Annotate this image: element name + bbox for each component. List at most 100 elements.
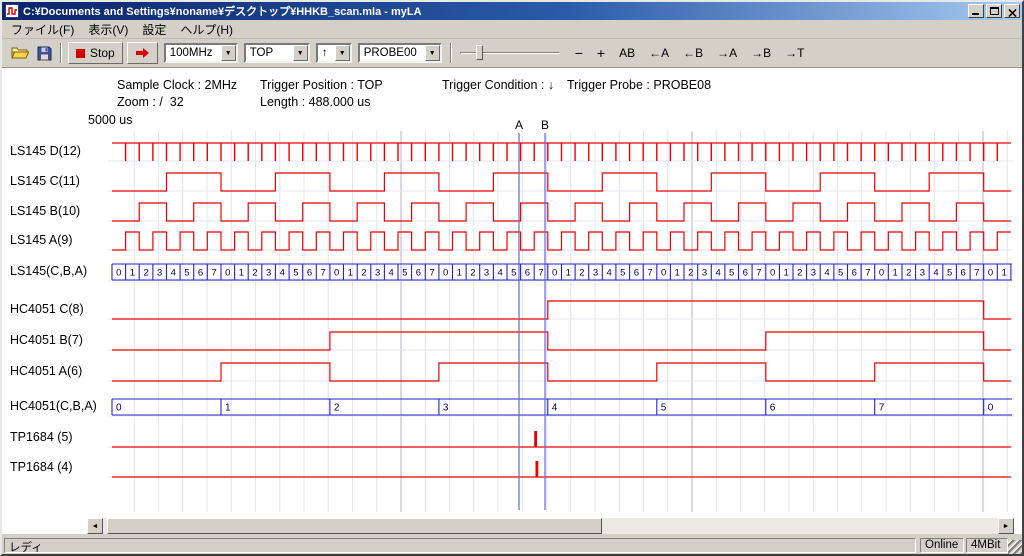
stop-label: Stop <box>90 46 115 60</box>
svg-text:6: 6 <box>416 268 421 279</box>
wave-area[interactable]: 0123456701234567012345670123456701234567… <box>2 68 1022 518</box>
svg-text:7: 7 <box>865 268 870 279</box>
svg-text:6: 6 <box>961 268 966 279</box>
svg-text:0: 0 <box>988 268 993 279</box>
cursor-label-b: B <box>541 118 549 132</box>
menubar: ファイル(F) 表示(V) 設定 ヘルプ(H) <box>2 20 1022 39</box>
svg-text:7: 7 <box>879 403 885 414</box>
svg-text:2: 2 <box>906 268 911 279</box>
svg-text:6: 6 <box>770 403 776 414</box>
svg-text:5: 5 <box>838 268 843 279</box>
chevron-down-icon[interactable]: ▼ <box>293 45 308 61</box>
trigger-probe-select[interactable]: PROBE00 ▼ <box>358 43 442 63</box>
svg-text:5: 5 <box>402 268 407 279</box>
zoom-slider[interactable] <box>460 43 560 63</box>
svg-text:1: 1 <box>348 268 353 279</box>
goto-a-prev-button[interactable]: ←A <box>642 43 676 63</box>
toolbar-separator <box>60 43 62 63</box>
svg-text:3: 3 <box>811 268 816 279</box>
svg-text:2: 2 <box>334 403 340 414</box>
svg-text:2: 2 <box>797 268 802 279</box>
svg-text:7: 7 <box>538 268 543 279</box>
svg-text:0: 0 <box>879 268 884 279</box>
stop-icon <box>76 49 85 58</box>
goto-a-next-button[interactable]: →A <box>710 43 744 63</box>
svg-text:6: 6 <box>307 268 312 279</box>
run-arrow-icon <box>135 47 150 59</box>
trigger-position-select[interactable]: TOP ▼ <box>244 43 310 63</box>
menu-file[interactable]: ファイル(F) <box>4 19 81 40</box>
svg-text:0: 0 <box>116 403 122 414</box>
close-icon <box>1008 9 1017 17</box>
svg-text:2: 2 <box>579 268 584 279</box>
svg-text:3: 3 <box>375 268 380 279</box>
goto-b-prev-button[interactable]: ←B <box>676 43 710 63</box>
zoom-in-button[interactable]: + <box>590 43 612 63</box>
app-icon <box>5 4 19 18</box>
scroll-left-button[interactable]: ◄ <box>87 518 103 534</box>
svg-text:5: 5 <box>293 268 298 279</box>
svg-text:5: 5 <box>947 268 952 279</box>
stop-button[interactable]: Stop <box>68 42 123 64</box>
goto-trigger-button[interactable]: →T <box>778 43 811 63</box>
resize-grip[interactable] <box>1008 540 1022 554</box>
svg-text:7: 7 <box>320 268 325 279</box>
waveform-display[interactable]: 0123456701234567012345670123456701234567… <box>2 68 1022 518</box>
toolbar-separator <box>450 43 452 63</box>
svg-text:7: 7 <box>429 268 434 279</box>
zoom-slider-thumb[interactable] <box>476 45 483 60</box>
scroll-thumb[interactable] <box>107 518 602 534</box>
titlebar[interactable]: C:¥Documents and Settings¥noname¥デスクトップ¥… <box>2 2 1022 20</box>
chevron-down-icon[interactable]: ▼ <box>335 45 350 61</box>
open-file-button[interactable] <box>7 42 33 64</box>
svg-text:4: 4 <box>606 268 611 279</box>
window-controls <box>968 4 1020 18</box>
status-ready: レディ <box>4 538 916 553</box>
maximize-icon <box>990 7 999 15</box>
svg-text:4: 4 <box>715 268 720 279</box>
chevron-down-icon[interactable]: ▼ <box>425 45 440 61</box>
svg-text:1: 1 <box>239 268 244 279</box>
svg-text:7: 7 <box>756 268 761 279</box>
menu-settings[interactable]: 設定 <box>135 19 173 40</box>
sample-clock-select[interactable]: 100MHz ▼ <box>164 43 238 63</box>
scroll-track[interactable] <box>103 518 998 534</box>
menu-view[interactable]: 表示(V) <box>81 19 135 40</box>
svg-text:0: 0 <box>334 268 339 279</box>
svg-text:7: 7 <box>647 268 652 279</box>
svg-text:6: 6 <box>634 268 639 279</box>
save-button[interactable] <box>33 42 56 64</box>
svg-text:6: 6 <box>198 268 203 279</box>
svg-text:4: 4 <box>498 268 503 279</box>
svg-text:1: 1 <box>1001 268 1006 279</box>
cursor-ab-button[interactable]: AB <box>612 43 642 63</box>
sample-clock-value: 100MHz <box>166 47 221 59</box>
svg-text:5: 5 <box>511 268 516 279</box>
minimize-icon <box>972 13 979 15</box>
svg-text:0: 0 <box>770 268 775 279</box>
svg-text:1: 1 <box>130 268 135 279</box>
svg-text:1: 1 <box>225 403 231 414</box>
trigger-probe-value: PROBE00 <box>360 47 425 59</box>
svg-text:7: 7 <box>211 268 216 279</box>
minimize-button[interactable] <box>968 4 984 18</box>
svg-text:4: 4 <box>389 268 394 279</box>
run-button[interactable] <box>127 42 158 64</box>
chevron-down-icon[interactable]: ▼ <box>221 45 236 61</box>
svg-text:4: 4 <box>171 268 176 279</box>
scroll-right-button[interactable]: ► <box>998 518 1014 534</box>
goto-b-next-button[interactable]: →B <box>744 43 778 63</box>
zoom-slider-track <box>460 52 560 54</box>
svg-text:0: 0 <box>116 268 121 279</box>
svg-text:3: 3 <box>443 403 449 414</box>
svg-text:0: 0 <box>661 268 666 279</box>
maximize-button[interactable] <box>986 4 1002 18</box>
zoom-out-button[interactable]: − <box>568 43 590 63</box>
svg-text:4: 4 <box>824 268 829 279</box>
svg-text:5: 5 <box>661 403 667 414</box>
close-button[interactable] <box>1004 4 1020 18</box>
trigger-edge-select[interactable]: ↑ ▼ <box>316 43 352 63</box>
menu-help[interactable]: ヘルプ(H) <box>173 19 240 40</box>
svg-text:5: 5 <box>729 268 734 279</box>
horizontal-scrollbar[interactable]: ◄ ► <box>87 518 1014 534</box>
